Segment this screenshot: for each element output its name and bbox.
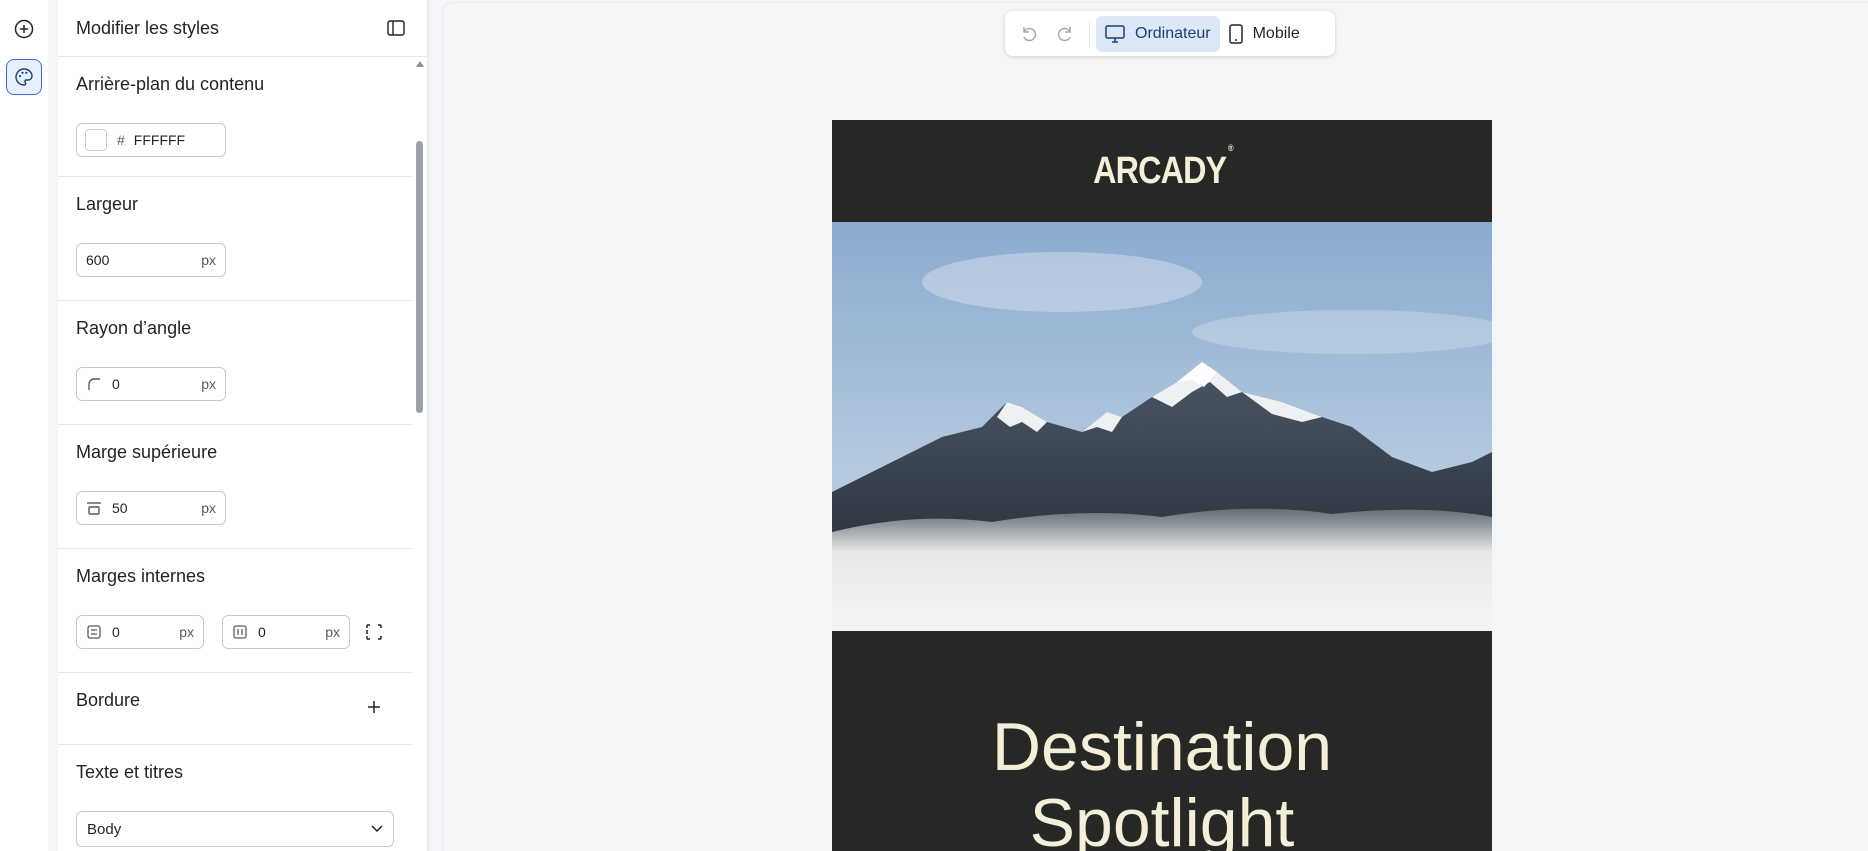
unit-label: px: [201, 376, 216, 392]
phone-icon: [1228, 23, 1243, 44]
toolbar-separator: [1089, 19, 1090, 48]
unit-label: px: [179, 624, 194, 640]
add-border-button[interactable]: [363, 696, 385, 718]
section-label: Largeur: [76, 194, 139, 214]
section-margin-top: Marge supérieure 50 px: [58, 425, 413, 549]
padding-horizontal-icon: [232, 624, 248, 640]
panel-scrollbar[interactable]: [413, 57, 426, 851]
padding-expand-button[interactable]: [363, 621, 385, 643]
radius-value[interactable]: 0: [112, 376, 201, 392]
plus-icon: [368, 701, 380, 713]
logo-registered-mark: ®: [1227, 142, 1234, 153]
section-label: Rayon d’angle: [76, 318, 192, 338]
section-radius: Rayon d’angle 0 px: [58, 301, 413, 425]
section-padding: Marges internes 0 px 0 px: [58, 549, 413, 673]
margin-top-value[interactable]: 50: [112, 500, 201, 516]
unit-label: px: [325, 624, 340, 640]
hash-prefix: #: [117, 132, 125, 148]
padding-vertical-input[interactable]: 0 px: [76, 615, 204, 649]
plus-circle-icon: [14, 19, 34, 39]
margin-top-input[interactable]: 50 px: [76, 491, 226, 525]
padding-horizontal-value[interactable]: 0: [258, 624, 325, 640]
padding-vertical-icon: [86, 624, 102, 640]
icon-rail: [0, 0, 48, 851]
email-header: ARCADY®: [832, 120, 1492, 222]
mobile-view-button[interactable]: Mobile: [1220, 16, 1309, 52]
palette-icon: [15, 68, 33, 86]
panel-header: Modifier les styles: [58, 0, 426, 57]
background-color-field[interactable]: # FFFFFF: [76, 123, 226, 157]
expand-sides-icon: [366, 624, 382, 640]
headline-line-2: Spotlight: [1029, 785, 1295, 851]
section-width: Largeur 600 px: [58, 177, 413, 301]
radius-input[interactable]: 0 px: [76, 367, 226, 401]
desktop-view-label: Ordinateur: [1135, 24, 1211, 42]
corner-radius-icon: [86, 376, 102, 392]
width-input[interactable]: 600 px: [76, 243, 226, 277]
chevron-down-icon: [371, 825, 383, 833]
color-value[interactable]: FFFFFF: [134, 132, 225, 148]
monitor-icon: [1105, 24, 1125, 43]
unit-label: px: [201, 252, 216, 268]
unit-label: px: [201, 500, 216, 516]
redo-button[interactable]: [1047, 18, 1083, 50]
styles-panel: Modifier les styles Arrière-plan du cont…: [58, 0, 426, 851]
brand-logo: ARCADY®: [1093, 143, 1233, 193]
section-label: Marges internes: [76, 566, 206, 586]
width-value[interactable]: 600: [86, 252, 201, 268]
section-label: Arrière-plan du contenu: [76, 74, 265, 94]
sidebar-toggle-icon: [387, 20, 405, 36]
redo-icon: [1057, 26, 1071, 41]
email-headline[interactable]: Destination Spotlight: [832, 631, 1492, 851]
section-text: Texte et titres Body: [58, 745, 413, 851]
scroll-thumb[interactable]: [416, 141, 423, 413]
desktop-view-button[interactable]: Ordinateur: [1096, 15, 1220, 52]
headline-line-1: Destination: [991, 709, 1333, 785]
hero-image[interactable]: [832, 222, 1492, 631]
section-border: Bordure: [58, 673, 413, 745]
add-block-button[interactable]: [6, 11, 42, 47]
mountain-image: [832, 222, 1492, 631]
text-style-select[interactable]: Body: [76, 811, 394, 847]
section-label: Texte et titres: [76, 762, 184, 782]
select-value: Body: [87, 820, 122, 838]
preview-toolbar: Ordinateur Mobile: [1005, 11, 1335, 56]
panel-divider: [428, 0, 429, 851]
padding-horizontal-input[interactable]: 0 px: [222, 615, 350, 649]
scroll-up-arrow[interactable]: [416, 61, 424, 67]
section-label: Marge supérieure: [76, 442, 218, 462]
padding-vertical-value[interactable]: 0: [112, 624, 179, 640]
panel-body: Arrière-plan du contenu # FFFFFF Largeur…: [58, 57, 413, 851]
section-label: Bordure: [76, 690, 141, 710]
email-preview[interactable]: ARCADY® Destination Spotlight: [832, 120, 1492, 851]
undo-button[interactable]: [1011, 18, 1047, 50]
styles-button[interactable]: [6, 59, 42, 95]
color-swatch[interactable]: [85, 129, 107, 151]
mobile-view-label: Mobile: [1252, 24, 1300, 42]
toggle-panel-button[interactable]: [384, 16, 408, 40]
section-background: Arrière-plan du contenu # FFFFFF: [58, 57, 413, 177]
logo-text: ARCADY: [1093, 149, 1227, 192]
panel-title: Modifier les styles: [76, 17, 220, 38]
undo-icon: [1023, 26, 1037, 41]
margin-top-icon: [86, 500, 102, 516]
